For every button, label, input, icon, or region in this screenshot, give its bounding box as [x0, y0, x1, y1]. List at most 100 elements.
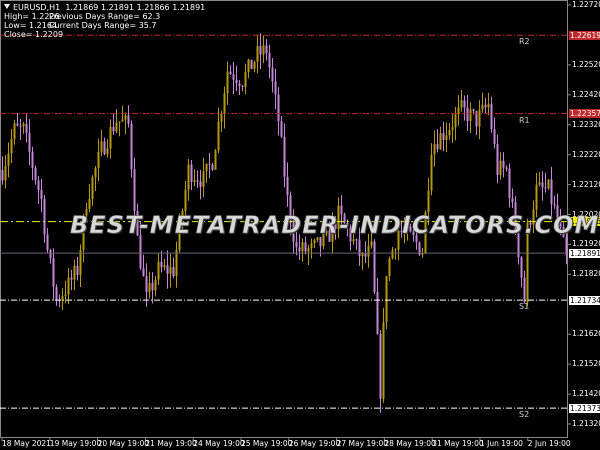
level-label-R1: R1: [519, 115, 530, 125]
candle-body: [7, 153, 10, 167]
candle-body: [256, 46, 259, 62]
candle-body: [16, 123, 19, 126]
candle-body: [67, 277, 70, 295]
price-tick-label: 1.22220: [572, 149, 600, 159]
candle-body: [313, 240, 316, 244]
candle-body: [139, 235, 142, 269]
candle-body: [481, 104, 484, 110]
time-tick-label: 18 May 2021: [2, 439, 51, 448]
candle-body: [535, 184, 538, 210]
price-tick-label: 1.21920: [572, 239, 600, 249]
level-label-S2: S2: [519, 410, 530, 420]
candle-body: [502, 160, 505, 168]
candle-body: [274, 81, 277, 95]
candle-body: [142, 268, 145, 277]
candle-body: [280, 121, 283, 137]
price-tick-label: 1.22120: [572, 179, 600, 189]
candle-body: [391, 250, 394, 259]
candle-body: [277, 94, 280, 122]
candle-body: [442, 133, 445, 140]
candle-body: [106, 148, 109, 155]
candle-body: [382, 322, 385, 399]
candle-body: [175, 249, 178, 277]
price-tick-label: 1.21320: [572, 419, 600, 428]
candle-body: [34, 167, 37, 181]
candle-body: [208, 163, 211, 165]
candle-body: [145, 276, 148, 293]
candle-body: [487, 104, 490, 108]
candle-body: [166, 265, 169, 274]
candle-body: [493, 129, 496, 145]
candle-body: [541, 182, 544, 188]
candle-body: [298, 247, 301, 252]
candle-body: [43, 198, 46, 235]
candle-body: [301, 242, 304, 252]
symbol-line: EURUSD,H1 1.21869 1.21891 1.21866 1.2189…: [4, 3, 205, 12]
candle-body: [202, 171, 205, 187]
candle-body: [544, 187, 547, 189]
candle-body: [247, 59, 250, 73]
candle-body: [73, 265, 76, 280]
candle-body: [190, 164, 193, 182]
price-tick-label: 1.22420: [572, 89, 600, 99]
candle-body: [235, 79, 238, 84]
candle-body: [499, 160, 502, 176]
price-tag-R2: 1.22619: [569, 30, 600, 40]
candle-body: [307, 248, 310, 252]
candle-body: [133, 169, 136, 212]
level-label-R2: R2: [519, 37, 530, 47]
close-text: Close= 1.2209: [4, 30, 64, 39]
candle-body: [223, 93, 226, 114]
candle-body: [448, 129, 451, 136]
candle-body: [13, 123, 16, 140]
candle-body: [1, 169, 4, 181]
candle-body: [430, 154, 433, 191]
time-tick-label: 2 Jun 19:00: [527, 439, 571, 448]
candle-body: [217, 121, 220, 151]
candle-body: [259, 46, 262, 55]
candle-body: [547, 179, 550, 189]
candle-body: [97, 151, 100, 169]
candle-body: [226, 71, 229, 94]
candle-body: [49, 249, 52, 259]
candle-body: [370, 241, 373, 246]
time-tick-label: 24 May 19:00: [193, 439, 245, 448]
candle-body: [460, 100, 463, 108]
candle-body: [124, 115, 127, 120]
candle-body: [19, 125, 22, 127]
time-tick-label: 27 May 19:00: [336, 439, 389, 448]
dropdown-triangle-icon[interactable]: [4, 4, 10, 9]
candle-body: [241, 86, 244, 88]
candle-body: [214, 150, 217, 170]
candle-body: [40, 189, 43, 199]
ohlc-values: 1.21869 1.21891 1.21866 1.21891: [65, 3, 206, 12]
candle-body: [511, 197, 514, 203]
candle-body: [445, 135, 448, 140]
candle-body: [508, 168, 511, 198]
candle-body: [433, 144, 436, 155]
time-tick-label: 20 May 19:00: [97, 439, 150, 448]
candle-body: [22, 123, 25, 127]
candle-body: [250, 59, 253, 69]
candle-body: [427, 190, 430, 213]
candle-body: [496, 144, 499, 176]
candle-body: [52, 258, 55, 287]
candle-body: [376, 292, 379, 334]
candle-body: [238, 83, 241, 87]
candle-body: [454, 114, 457, 128]
candle-body: [115, 122, 118, 132]
candle-body: [103, 141, 106, 155]
price-tag-R1: 1.22357: [569, 109, 600, 119]
time-tick-label: 25 May 19:00: [241, 439, 293, 448]
candle-body: [268, 53, 271, 68]
price-tick-label: 1.21620: [572, 329, 600, 339]
candle-body: [286, 176, 289, 196]
symbol: EURUSD,H1: [13, 3, 61, 12]
candle-body: [229, 71, 232, 75]
candle-body: [31, 151, 34, 168]
level-label-S1: S1: [519, 302, 530, 312]
candle-body: [169, 267, 172, 274]
price-tick-label: 1.22320: [572, 119, 600, 129]
candle-body: [91, 177, 94, 199]
candle-body: [151, 283, 154, 291]
